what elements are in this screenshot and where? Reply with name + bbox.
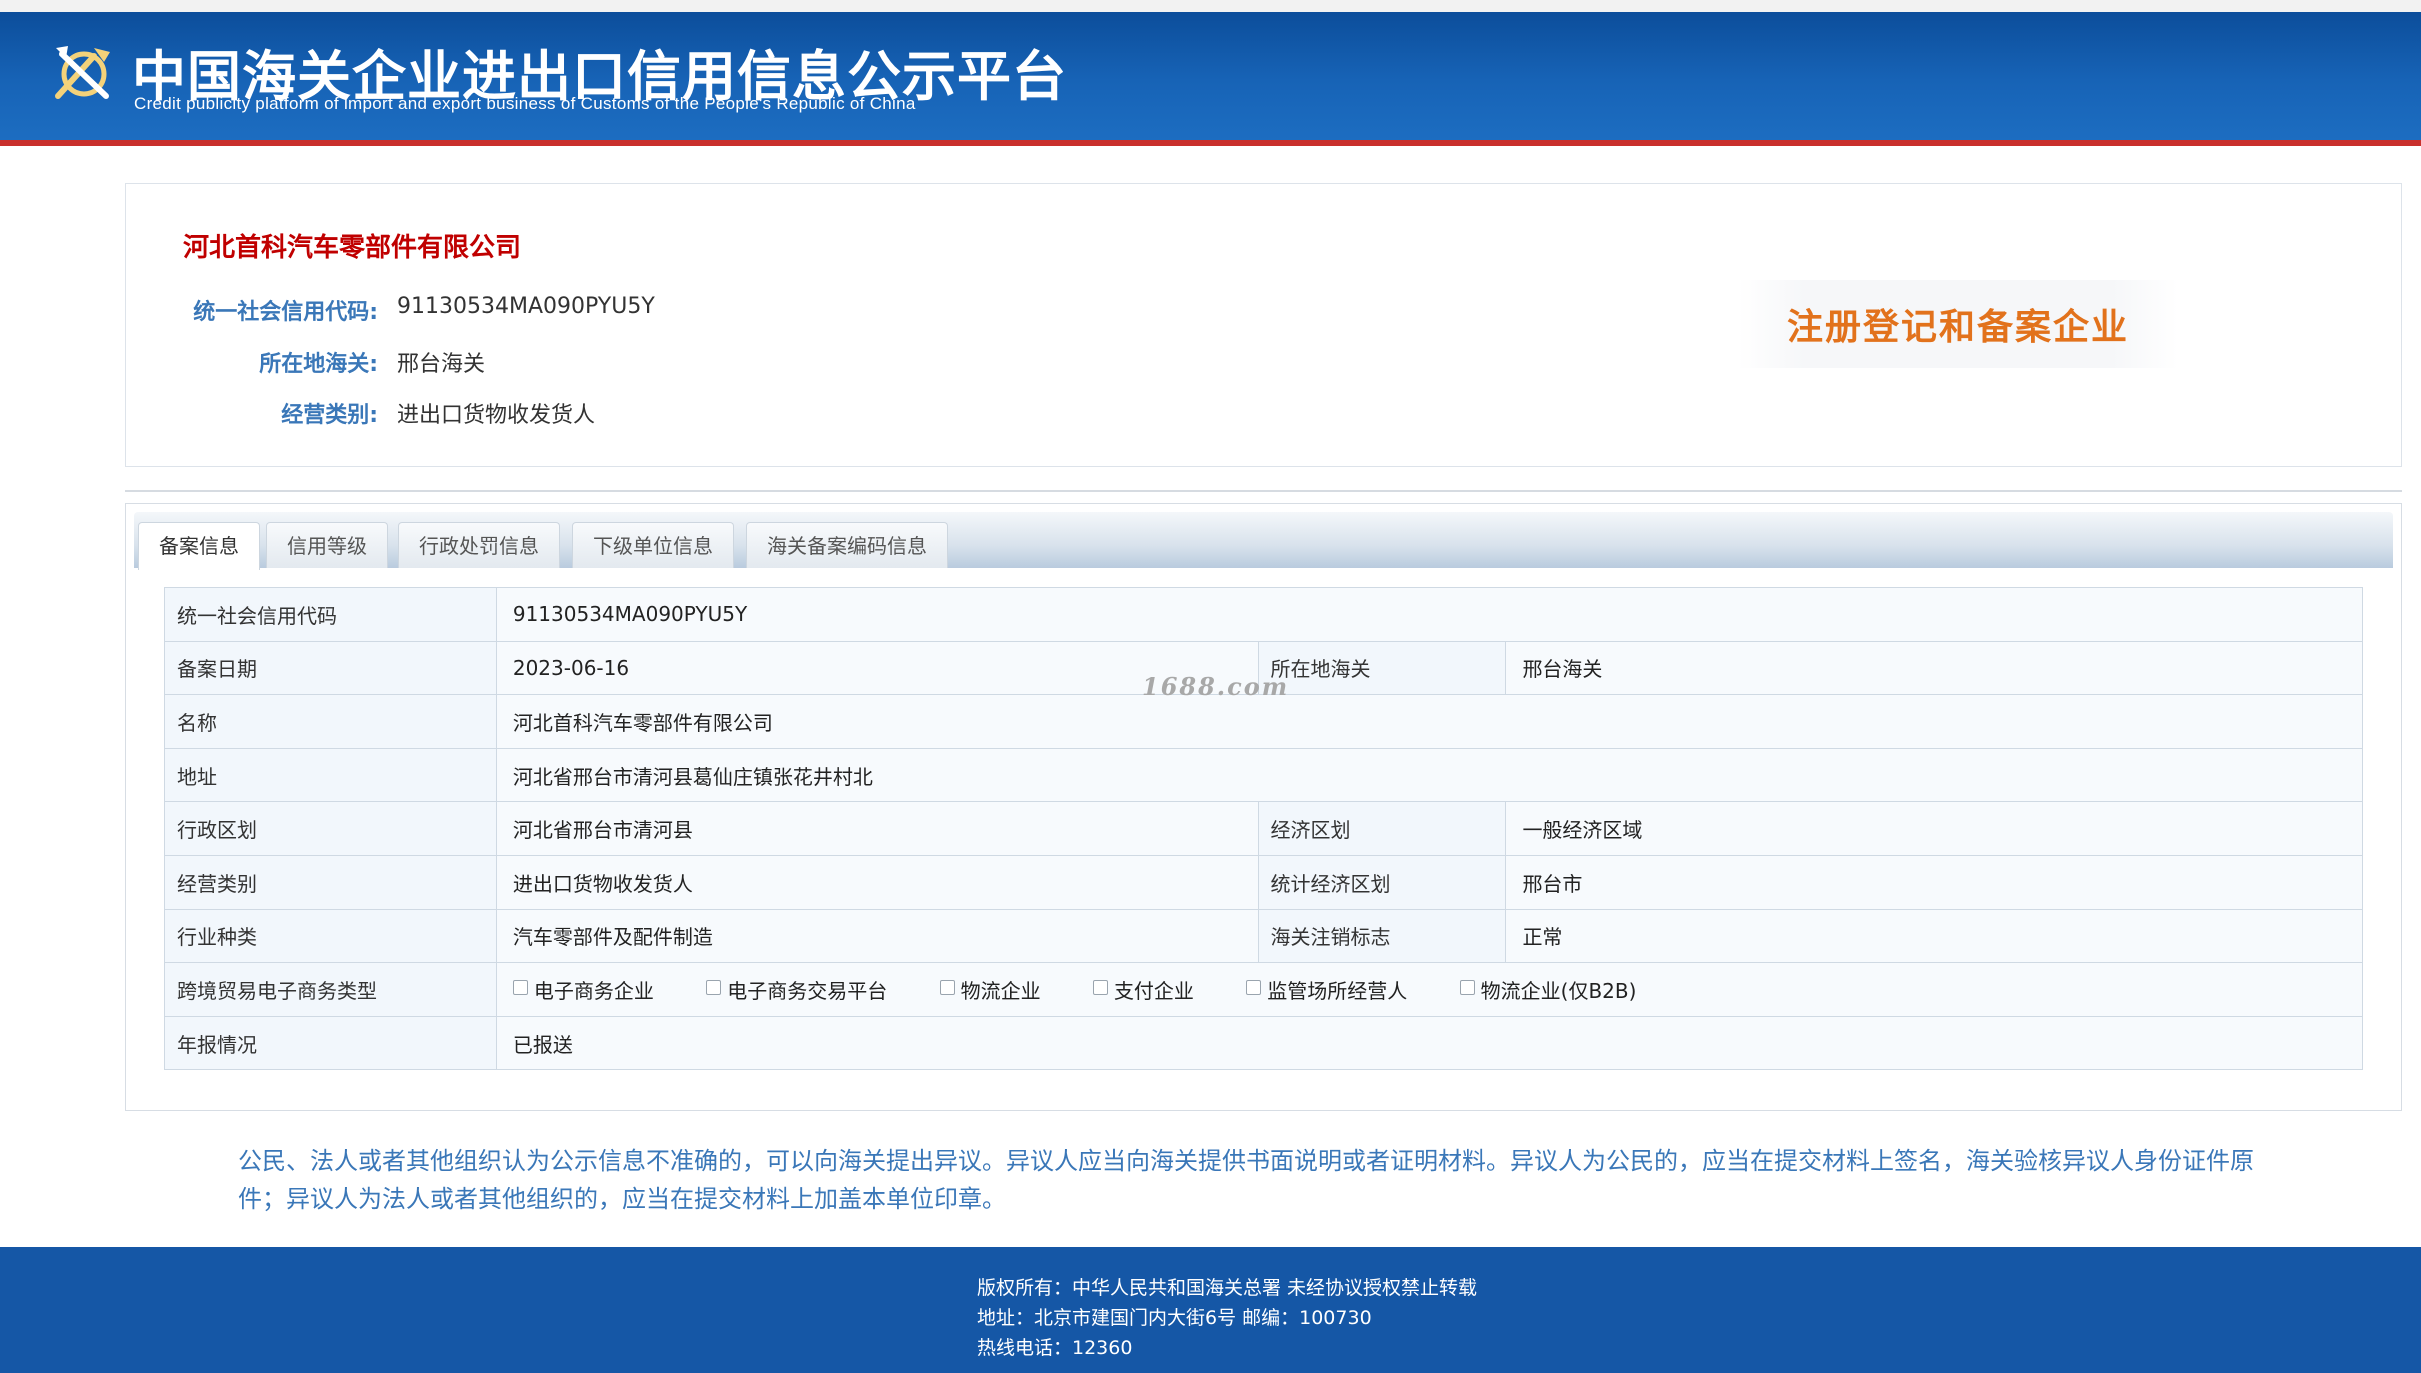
company-name: 河北首科汽车零部件有限公司: [183, 233, 522, 263]
customs-emblem-icon: [55, 46, 110, 99]
checkbox-ecommerce-platform[interactable]: 电子商务交易平台: [706, 975, 887, 1004]
tab-record-info[interactable]: 备案信息: [138, 522, 260, 570]
summary-label: 统一社会信用代码:: [193, 300, 378, 325]
cell-label: 行业种类: [164, 908, 497, 964]
cell-value: 进出口货物收发货人: [495, 854, 1259, 910]
summary-row-business-type: 经营类别:: [126, 397, 378, 428]
cell-value: 一般经济区域: [1505, 801, 2363, 856]
summary-value-customs: 邢台海关: [397, 352, 486, 377]
table-row: 地址 河北省邢台市清河县葛仙庄镇张花井村北: [164, 747, 2364, 803]
header-accent-line: [0, 140, 2421, 146]
checkbox-label: 物流企业: [960, 978, 1041, 1003]
table-row: 年报情况 已报送: [164, 1015, 2364, 1071]
table-row: 跨境贸易电子商务类型 电子商务企业 电子商务交易平台 物流企业 支付企业 监管场…: [164, 962, 2364, 1017]
objection-notice: 公民、法人或者其他组织认为公示信息不准确的，可以向海关提出异议。异议人应当向海关…: [238, 1147, 2254, 1213]
table-row: 名称 河北首科汽车零部件有限公司: [164, 694, 2364, 749]
checkbox-box[interactable]: [939, 979, 955, 995]
summary-label: 所在地海关:: [259, 352, 378, 377]
cell-value: 91130534MA090PYU5Y: [495, 587, 2364, 642]
ecommerce-type-options: 电子商务企业 电子商务交易平台 物流企业 支付企业 监管场所经营人 物流企业(仅…: [495, 962, 2364, 1017]
cell-value: 邢台市: [1505, 854, 2363, 910]
summary-label: 经营类别:: [281, 403, 378, 428]
checkbox-box[interactable]: [1246, 979, 1262, 995]
cell-label: 统一社会信用代码: [164, 587, 497, 642]
checkbox-label: 电子商务交易平台: [727, 978, 888, 1003]
checkbox-label: 监管场所经营人: [1267, 978, 1408, 1003]
cell-value: 河北首科汽车零部件有限公司: [495, 694, 2364, 749]
tab-penalty-info[interactable]: 行政处罚信息: [398, 522, 560, 568]
footer-address: 地址：北京市建国门内大街6号 邮编：100730: [977, 1307, 1372, 1329]
site-header: 中国海关企业进出口信用信息公示平台 Credit publicity platf…: [0, 0, 2421, 146]
checkbox-logistics-b2b[interactable]: 物流企业(仅B2B): [1459, 975, 1637, 1004]
cell-label: 地址: [164, 747, 497, 803]
checkbox-box[interactable]: [512, 979, 528, 995]
table-row: 统一社会信用代码 91130534MA090PYU5Y: [164, 587, 2364, 642]
site-subtitle: Credit publicity platform of import and …: [134, 94, 916, 113]
section-divider: [125, 490, 2402, 492]
tab-credit-level[interactable]: 信用等级: [266, 522, 388, 568]
checkbox-box[interactable]: [1459, 979, 1475, 995]
checkbox-label: 物流企业(仅B2B): [1480, 978, 1637, 1003]
cell-label: 所在地海关: [1257, 640, 1507, 696]
summary-row-credit-code: 统一社会信用代码:: [126, 294, 378, 325]
checkbox-logistics-enterprise[interactable]: 物流企业: [939, 975, 1041, 1004]
summary-value-business-type: 进出口货物收发货人: [397, 403, 596, 428]
table-row: 经营类别 进出口货物收发货人 统计经济区划 邢台市: [164, 854, 2363, 910]
tab-bar: 备案信息 信用等级 行政处罚信息 下级单位信息 海关备案编码信息: [134, 512, 2393, 570]
checkbox-box[interactable]: [706, 979, 722, 995]
cell-value: 河北省邢台市清河县: [495, 801, 1259, 856]
cell-label: 统计经济区划: [1257, 854, 1507, 910]
badge-text: 注册登记和备案企业: [1786, 307, 2129, 348]
table-row: 行政区划 河北省邢台市清河县 经济区划 一般经济区域: [164, 801, 2363, 856]
cell-value: 河北省邢台市清河县葛仙庄镇张花井村北: [495, 747, 2364, 803]
checkbox-payment-enterprise[interactable]: 支付企业: [1092, 975, 1194, 1004]
cell-label: 跨境贸易电子商务类型: [164, 962, 497, 1017]
company-summary-card: 河北首科汽车零部件有限公司 统一社会信用代码: 91130534MA090PYU…: [125, 183, 2402, 467]
cell-label: 经济区划: [1257, 801, 1507, 856]
checkbox-box[interactable]: [1092, 979, 1108, 995]
checkbox-label: 支付企业: [1113, 978, 1194, 1003]
cell-value: 汽车零部件及配件制造: [495, 908, 1259, 964]
record-info-table: 统一社会信用代码 91130534MA090PYU5Y 备案日期 2023-06…: [164, 587, 2364, 1071]
cell-label: 年报情况: [164, 1015, 497, 1071]
cell-value: 已报送: [495, 1015, 2364, 1071]
table-row: 行业种类 汽车零部件及配件制造 海关注销标志 正常: [164, 908, 2363, 964]
cell-label: 行政区划: [164, 801, 497, 856]
checkbox-label: 电子商务企业: [533, 978, 654, 1003]
site-footer: 版权所有：中华人民共和国海关总署 未经协议授权禁止转载 地址：北京市建国门内大街…: [0, 1247, 2421, 1373]
summary-row-customs: 所在地海关:: [126, 346, 378, 377]
registration-status-badge: 注册登记和备案企业: [1738, 280, 2178, 368]
footer-hotline: 热线电话：12360: [977, 1337, 1133, 1359]
cell-value: 正常: [1505, 908, 2363, 964]
watermark: 1688.com: [1142, 672, 1290, 701]
tab-customs-code-info[interactable]: 海关备案编码信息: [746, 522, 948, 568]
summary-value-credit-code: 91130534MA090PYU5Y: [397, 294, 655, 319]
tab-subordinate-units[interactable]: 下级单位信息: [572, 522, 734, 568]
cell-label: 经营类别: [164, 854, 497, 910]
cell-value: 邢台海关: [1505, 640, 2363, 696]
checkbox-supervised-site-operator[interactable]: 监管场所经营人: [1246, 975, 1407, 1004]
detail-panel: 备案信息 信用等级 行政处罚信息 下级单位信息 海关备案编码信息 统一社会信用代…: [125, 503, 2402, 1111]
header-top-strip: [0, 0, 2421, 12]
checkbox-ecommerce-enterprise[interactable]: 电子商务企业: [512, 975, 654, 1004]
cell-label: 备案日期: [164, 640, 497, 696]
footer-copyright: 版权所有：中华人民共和国海关总署 未经协议授权禁止转载: [977, 1277, 1478, 1299]
cell-label: 海关注销标志: [1257, 908, 1507, 964]
cell-label: 名称: [164, 694, 497, 749]
